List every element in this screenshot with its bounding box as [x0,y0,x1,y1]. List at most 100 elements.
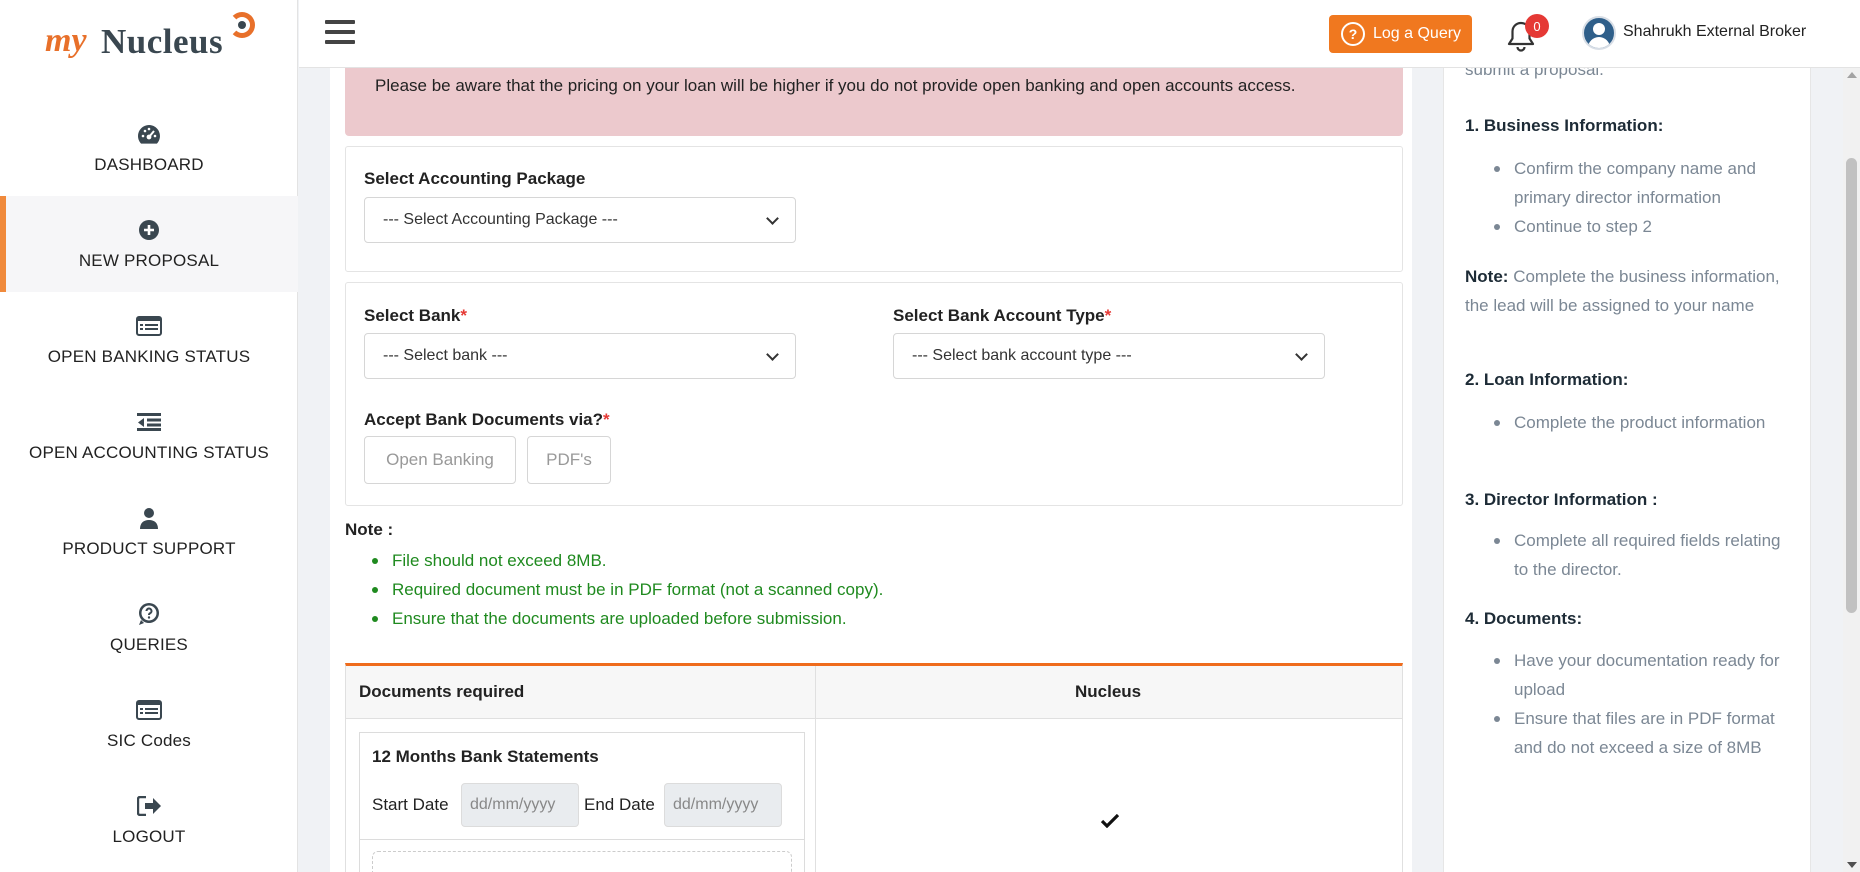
guide-item: Continue to step 2 [1494,212,1794,241]
required-mark: * [460,306,468,325]
bank-card: Select Bank* --- Select bank --- Select … [345,282,1403,506]
guide-item: Ensure that files are in PDF format and … [1494,704,1794,762]
open-banking-option[interactable]: Open Banking [364,436,516,484]
guide-heading: 2. Loan Information: [1465,370,1629,389]
accounting-package-selected: --- Select Accounting Package --- [383,211,618,228]
accounting-package-select[interactable]: --- Select Accounting Package --- [364,197,796,243]
chevron-down-icon [766,347,779,361]
note-list: File should not exceed 8MB. Required doc… [370,546,883,633]
sidebar-item-sic-codes[interactable]: SIC Codes [0,676,298,772]
list-card-icon [136,313,162,339]
sidebar-item-open-accounting-status[interactable]: OPEN ACCOUNTING STATUS [0,388,298,484]
user-name[interactable]: Shahrukh External Broker [1623,23,1806,41]
sidebar-item-label: SIC Codes [106,731,191,750]
note-item: File should not exceed 8MB. [370,546,883,575]
guide-note-text: Complete the business information, the l… [1465,267,1780,315]
pdfs-option[interactable]: PDF's [527,436,611,484]
log-a-query-button[interactable]: ? Log a Query [1329,15,1472,53]
sidebar-item-product-support[interactable]: PRODUCT SUPPORT [0,484,298,580]
sidebar-item-label: OPEN ACCOUNTING STATUS [29,443,269,462]
documents-required-header: Documents required [359,682,525,701]
logo-main: Nucleus [101,22,224,61]
divider [360,839,804,840]
required-mark: * [603,410,610,429]
scroll-up-arrow-icon[interactable] [1847,72,1857,78]
logout-icon [136,793,162,819]
sidebar-item-label: NEW PROPOSAL [78,251,220,270]
end-date-label: End Date [584,795,655,814]
bank-account-type-selected: --- Select bank account type --- [912,347,1132,364]
log-a-query-label: Log a Query [1373,25,1462,42]
pricing-alert: Please be aware that the pricing on your… [345,68,1403,136]
avatar[interactable] [1582,16,1616,50]
page-scrollbar[interactable] [1843,68,1860,872]
select-bank-dropdown[interactable]: --- Select bank --- [364,333,796,379]
bank-account-type-label: Select Bank Account Type* [893,306,1111,326]
sidebar-item-label: LOGOUT [112,827,186,846]
guide-item: Complete the product information [1494,408,1794,437]
start-date-label: Start Date [372,795,449,814]
nucleus-header: Nucleus [1075,682,1142,701]
sidebar-item-dashboard[interactable]: DASHBOARD [0,100,298,196]
end-date-input[interactable]: dd/mm/yyyy [664,783,782,827]
guide-item: Confirm the company name and primary dir… [1494,154,1794,212]
notification-count-badge: 0 [1525,14,1549,38]
sidebar-item-label: OPEN BANKING STATUS [47,347,251,366]
guide-item: Have your documentation ready for upload [1494,646,1794,704]
logo-swirl-icon [229,12,255,38]
accept-bank-documents-label: Accept Bank Documents via?* [364,410,610,430]
select-bank-selected: --- Select bank --- [383,347,508,364]
sidebar-nav: DASHBOARD NEW PROPOSAL OPEN BANKING STAT… [0,100,298,868]
note-title: Note : [345,520,394,539]
note-item: Required document must be in PDF format … [370,575,883,604]
outdent-list-icon [136,409,162,435]
accept-bank-documents-label-text: Accept Bank Documents via? [364,410,604,429]
scrollbar-thumb[interactable] [1846,158,1857,613]
logo-prefix: my [45,22,87,59]
sidebar: my Nucleus DASHBOARD NEW PROPOSAL OPEN B… [0,0,298,872]
main-content: Please be aware that the pricing on your… [330,68,1412,872]
guide-list: Confirm the company name and primary dir… [1494,154,1794,241]
accounting-package-label: Select Accounting Package [364,169,586,188]
sidebar-item-label: DASHBOARD [94,155,204,174]
checkmark-icon [1100,813,1120,829]
column-divider [815,666,816,872]
sidebar-item-label: PRODUCT SUPPORT [62,539,236,558]
select-bank-label: Select Bank* [364,306,467,326]
bank-account-type-label-text: Select Bank Account Type [893,306,1105,325]
note-item: Ensure that the documents are uploaded b… [370,604,883,633]
sidebar-item-open-banking-status[interactable]: OPEN BANKING STATUS [0,292,298,388]
bank-account-type-dropdown[interactable]: --- Select bank account type --- [893,333,1325,379]
file-drop-zone[interactable] [372,851,792,872]
dashboard-gauge-icon [136,121,162,147]
guide-heading: 1. Business Information: [1465,116,1664,135]
guide-note-label: Note: [1465,267,1509,286]
guide-heading: 3. Director Information : [1465,490,1658,509]
select-bank-label-text: Select Bank [364,306,461,325]
guide-panel: submit a proposal. 1. Business Informati… [1443,68,1811,872]
top-bar: ? Log a Query 0 Shahrukh External Broker [299,0,1860,68]
start-date-input[interactable]: dd/mm/yyyy [461,783,579,827]
sidebar-item-queries[interactable]: QUERIES [0,580,298,676]
bank-statements-title: 12 Months Bank Statements [372,747,599,766]
sidebar-item-label: QUERIES [110,635,188,654]
user-icon [136,505,162,531]
guide-list: Complete the product information [1494,408,1794,437]
mynucleus-logo[interactable]: my Nucleus [45,12,265,68]
guide-list: Complete all required fields relating to… [1494,526,1794,584]
sidebar-item-new-proposal[interactable]: NEW PROPOSAL [0,196,298,292]
hamburger-menu-icon[interactable] [325,20,355,46]
guide-heading: 4. Documents: [1465,609,1583,628]
question-chat-icon: ? [1341,22,1365,46]
bank-statements-box: 12 Months Bank Statements Start Date dd/… [359,732,805,872]
guide-note: Note: Complete the business information,… [1465,262,1785,320]
scroll-down-arrow-icon[interactable] [1847,862,1857,868]
documents-table: Documents required Nucleus 12 Months Ban… [345,663,1403,872]
list-card-icon [136,697,162,723]
guide-list: Have your documentation ready for upload… [1494,646,1794,762]
sidebar-item-logout[interactable]: LOGOUT [0,772,298,868]
required-mark: * [1104,306,1112,325]
chevron-down-icon [1295,347,1308,361]
chevron-down-icon [766,211,779,225]
question-chat-icon [136,601,162,627]
